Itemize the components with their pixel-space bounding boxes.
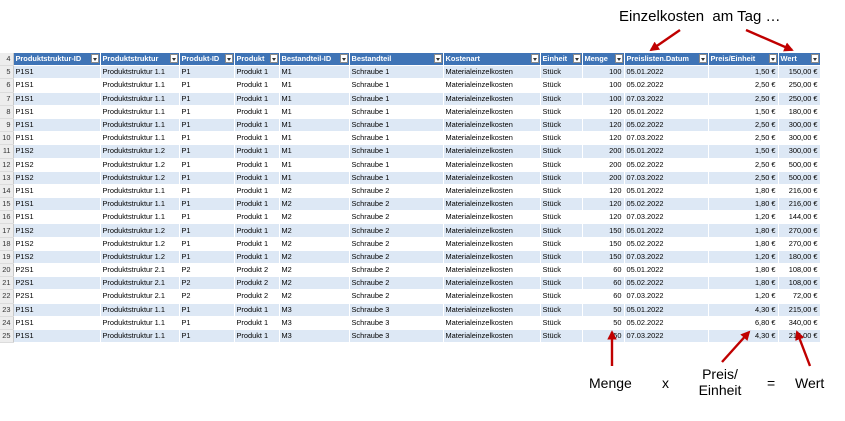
arrow-to-wert-header — [745, 28, 794, 52]
annotation-arrows — [607, 28, 812, 367]
arrow-to-preis-einheit — [721, 330, 751, 363]
arrow-to-preislisten-datum — [649, 29, 681, 52]
arrow-to-wert — [795, 330, 812, 367]
